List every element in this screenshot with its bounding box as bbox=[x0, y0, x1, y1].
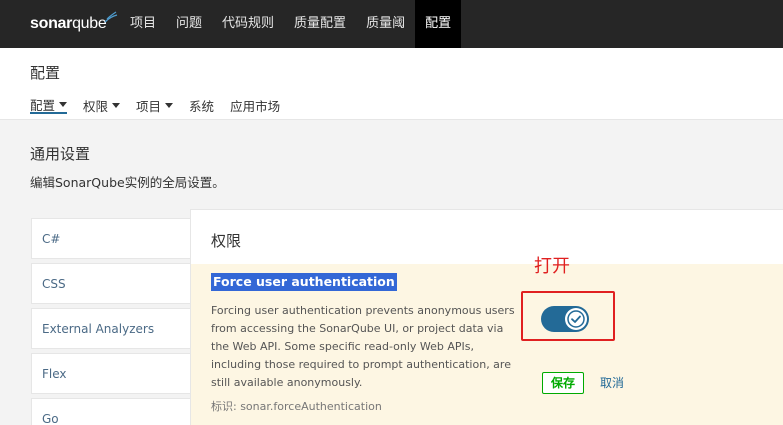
annotation-label: 打开 bbox=[534, 256, 570, 277]
caret-down-icon bbox=[59, 101, 68, 107]
page-title: 配置 bbox=[30, 64, 61, 82]
logo-waves-icon bbox=[104, 11, 118, 23]
subnav-item-configuration[interactable]: 配置 bbox=[30, 96, 68, 114]
nav-item-issues[interactable]: 问题 bbox=[166, 0, 212, 48]
setting-key: 标识: sonar.forceAuthentication bbox=[211, 400, 382, 413]
nav-item-rules[interactable]: 代码规则 bbox=[212, 0, 284, 48]
save-button[interactable]: 保存 bbox=[542, 372, 585, 394]
page-header: 配置 配置 权限 项目 系统 应用市场 bbox=[0, 48, 783, 120]
cancel-link[interactable]: 取消 bbox=[600, 374, 624, 391]
check-icon bbox=[567, 310, 585, 328]
panel-title: 权限 bbox=[211, 232, 242, 250]
subnav-label: 配置 bbox=[30, 97, 56, 113]
subnav-label: 项目 bbox=[136, 98, 162, 114]
caret-down-icon bbox=[112, 102, 121, 108]
nav-item-quality-gates[interactable]: 质量阈 bbox=[356, 0, 415, 48]
logo-text-qube: qube bbox=[72, 15, 107, 32]
setting-name: Force user authentication bbox=[211, 273, 397, 291]
category-item-flex[interactable]: Flex bbox=[31, 353, 193, 394]
category-item-csharp[interactable]: C# bbox=[31, 218, 193, 259]
setting-description: Forcing user authentication prevents ano… bbox=[211, 304, 515, 389]
nav-item-quality-profiles[interactable]: 质量配置 bbox=[284, 0, 356, 48]
subnav-item-security[interactable]: 权限 bbox=[83, 96, 121, 114]
subnav-item-system[interactable]: 系统 bbox=[189, 96, 214, 114]
sonarqube-logo[interactable]: sonarqube bbox=[30, 11, 118, 36]
admin-subnav: 配置 权限 项目 系统 应用市场 bbox=[30, 96, 296, 114]
subnav-label: 权限 bbox=[83, 98, 109, 114]
nav-item-administration[interactable]: 配置 bbox=[415, 0, 462, 48]
caret-down-icon bbox=[165, 102, 174, 108]
section-title: 通用设置 bbox=[30, 145, 91, 163]
force-auth-toggle[interactable] bbox=[541, 306, 589, 332]
subnav-item-marketplace[interactable]: 应用市场 bbox=[230, 96, 280, 114]
category-list: C# CSS External Analyzers Flex Go bbox=[31, 218, 193, 425]
main-nav: 项目 问题 代码规则 质量配置 质量阈 配置 bbox=[120, 0, 462, 48]
category-item-css[interactable]: CSS bbox=[31, 263, 193, 304]
subnav-item-projects[interactable]: 项目 bbox=[136, 96, 174, 114]
setting-force-auth: Force user authentication Forcing user a… bbox=[191, 264, 783, 425]
toggle-knob bbox=[565, 308, 587, 330]
category-item-go[interactable]: Go bbox=[31, 398, 193, 425]
section-description: 编辑SonarQube实例的全局设置。 bbox=[30, 175, 225, 190]
logo-text-sonar: sonar bbox=[30, 15, 73, 32]
top-navbar: sonarqube 项目 问题 代码规则 质量配置 质量阈 配置 bbox=[0, 0, 783, 48]
nav-item-projects[interactable]: 项目 bbox=[120, 0, 166, 48]
settings-panel: 权限 Force user authentication Forcing use… bbox=[190, 209, 783, 425]
category-item-external-analyzers[interactable]: External Analyzers bbox=[31, 308, 193, 349]
